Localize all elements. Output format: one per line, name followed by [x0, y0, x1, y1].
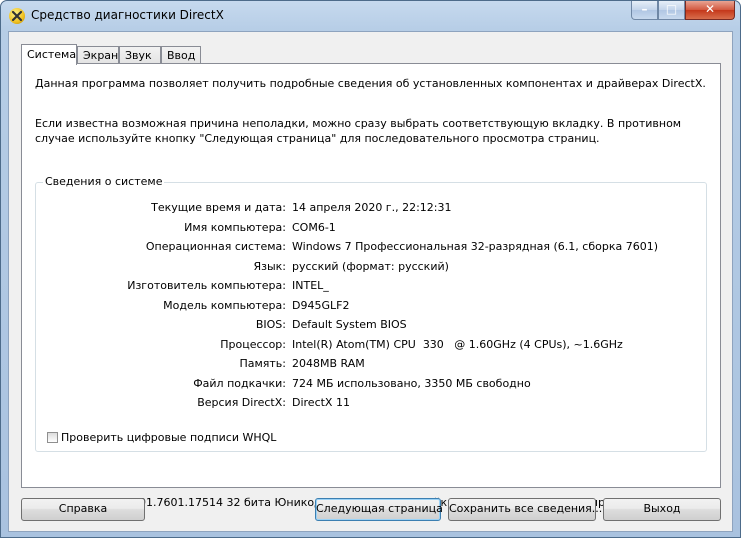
- info-value: D945GLF2: [292, 298, 350, 312]
- info-row: Язык: русский (формат: русский): [36, 260, 696, 274]
- window-title: Средство диагностики DirectX: [31, 8, 224, 22]
- tab-display[interactable]: Экран: [77, 46, 119, 64]
- title-bar[interactable]: Средство диагностики DirectX – □ ✕: [1, 1, 740, 31]
- tab-sound[interactable]: Звук: [119, 46, 161, 64]
- info-label: Модель компьютера:: [163, 298, 286, 312]
- info-value: Default System BIOS: [292, 318, 407, 331]
- dxdiag-window: Средство диагностики DirectX – □ ✕ Систе…: [0, 0, 741, 538]
- whql-check[interactable]: Проверить цифровые подписи WHQL: [47, 431, 276, 444]
- client-area: Система Экран Звук Ввод Данная программа…: [8, 31, 733, 532]
- next-page-button[interactable]: Следующая страница: [315, 498, 443, 521]
- info-value: Windows 7 Профессиональная 32-разрядная …: [292, 240, 658, 253]
- info-label: BIOS:: [255, 318, 286, 331]
- exit-button[interactable]: Выход: [603, 498, 721, 521]
- tab-system[interactable]: Система: [21, 44, 77, 65]
- info-value: Intel(R) Atom(TM) CPU 330 @ 1.60GHz (4 C…: [292, 337, 623, 351]
- tab-input[interactable]: Ввод: [161, 46, 201, 64]
- minimize-button[interactable]: –: [631, 1, 658, 20]
- close-icon: ✕: [704, 2, 716, 16]
- info-value: 724 МБ использовано, 3350 МБ свободно: [292, 376, 531, 390]
- system-info-group: Сведения о системе Текущие время и дата:…: [35, 175, 707, 452]
- directx-app-icon: [9, 8, 25, 24]
- info-row: Файл подкачки: 724 МБ использовано, 3350…: [36, 377, 696, 391]
- whql-checkbox[interactable]: [47, 432, 58, 443]
- info-row: Память: 2048MB RAM: [36, 357, 696, 371]
- info-value: DirectX 11: [292, 396, 350, 409]
- info-label: Изготовитель компьютера:: [127, 279, 286, 292]
- info-row: Версия DirectX: DirectX 11: [36, 396, 696, 410]
- info-label: Язык:: [253, 259, 286, 273]
- info-value: 2048MB RAM: [292, 357, 365, 370]
- info-row: Текущие время и дата: 14 апреля 2020 г.,…: [36, 201, 696, 215]
- info-row: Имя компьютера: COM6-1: [36, 221, 696, 235]
- tab-panel-system: Данная программа позволяет получить подр…: [21, 63, 721, 509]
- info-label: Процессор:: [220, 337, 286, 351]
- info-label: Имя компьютера:: [184, 220, 286, 234]
- info-row: Процессор: Intel(R) Atom(TM) CPU 330 @ 1…: [36, 338, 696, 352]
- info-value: 14 апреля 2020 г., 22:12:31: [292, 201, 452, 214]
- intro-text-1: Данная программа позволяет получить подр…: [35, 77, 706, 90]
- info-label: Версия DirectX:: [197, 396, 286, 409]
- info-row: Операционная система: Windows 7 Професси…: [36, 240, 696, 254]
- system-info-title: Сведения о системе: [43, 175, 165, 188]
- info-row: Изготовитель компьютера: INTEL_: [36, 279, 696, 293]
- info-value: COM6-1: [292, 220, 336, 234]
- maximize-icon: □: [665, 2, 678, 16]
- info-label: Операционная система:: [145, 240, 286, 253]
- info-label: Файл подкачки:: [193, 376, 286, 390]
- info-label: Текущие время и дата:: [151, 201, 286, 214]
- save-all-info-button[interactable]: Сохранить все сведения...: [448, 498, 602, 521]
- help-button[interactable]: Справка: [21, 498, 145, 521]
- minimize-icon: –: [641, 2, 648, 16]
- maximize-button[interactable]: □: [658, 1, 685, 20]
- info-value: INTEL_: [292, 279, 329, 292]
- info-value: русский (формат: русский): [292, 259, 449, 273]
- info-label: Память:: [239, 357, 286, 370]
- close-button[interactable]: ✕: [685, 1, 735, 20]
- info-row: BIOS: Default System BIOS: [36, 318, 696, 332]
- info-row: Модель компьютера: D945GLF2: [36, 299, 696, 313]
- whql-checkbox-label: Проверить цифровые подписи WHQL: [61, 431, 277, 444]
- intro-text-2: Если известна возможная причина неполадк…: [35, 117, 682, 145]
